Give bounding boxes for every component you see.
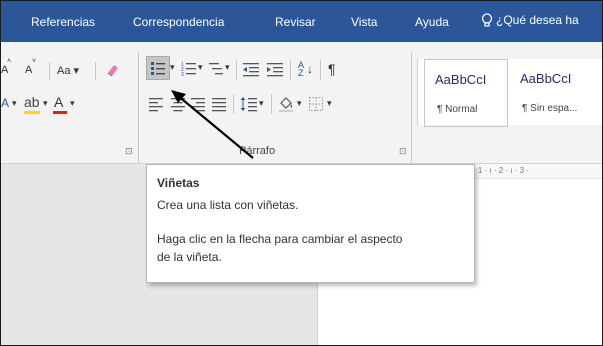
text-effects-button[interactable]: A [1,96,9,110]
home-ribbon: A ˄ A ˅ Aa ▾ ▾ 1 2 3 ▾ ▾ A Z ↓ ¶ A ▾ ab … [1,42,602,164]
bullets-tooltip: Viñetas Crea una lista con viñetas. Haga… [146,164,475,283]
group-divider [138,52,139,163]
increase-indent-icon[interactable] [266,61,284,77]
shrink-caret-icon: ˅ [32,58,37,65]
multilevel-list-icon[interactable] [208,61,224,77]
word-window: Referencias Correspondencia Revisar Vist… [0,0,603,346]
numbering-dropdown-arrow[interactable]: ▾ [198,62,203,73]
paragraph-dialog-launcher-icon[interactable]: ⊡ [399,146,407,157]
style-normal[interactable]: AaBbCcI ¶ Normal [424,59,508,127]
separator [49,62,50,80]
svg-text:3: 3 [181,72,184,77]
borders-dropdown[interactable]: ▾ [327,98,332,109]
separator [236,60,237,80]
style-name: ¶ Normal [437,104,478,115]
font-color-swatch [53,111,67,114]
separator [290,60,291,80]
lightbulb-icon [481,13,493,27]
tell-me-box[interactable]: ¿Qué desea ha [481,13,579,28]
change-case-label: Aa [57,65,71,77]
tab-vista[interactable]: Vista [351,15,377,29]
text-effects-dropdown[interactable]: ▾ [12,98,17,109]
eraser-icon[interactable] [105,62,121,78]
bullets-button[interactable] [146,56,170,80]
tab-correspondencia[interactable]: Correspondencia [133,15,224,29]
tooltip-description: Crea una lista con viñetas. [157,198,299,212]
tab-revisar[interactable]: Revisar [275,15,316,29]
numbered-list-icon[interactable]: 1 2 3 [181,61,197,77]
tooltip-help-line-2: de la viñeta. [157,250,222,264]
style-no-spacing[interactable]: AaBbCcI ¶ Sin espa... [510,59,592,125]
shading-dropdown[interactable]: ▾ [297,98,302,109]
tab-referencias[interactable]: Referencias [31,15,95,29]
font-color-button[interactable]: A [54,94,63,110]
multilevel-dropdown-arrow[interactable]: ▾ [225,62,230,73]
styles-gallery: AaBbCcI ¶ Normal AaBbCcI ¶ Sin espa... [417,59,602,127]
grow-caret-icon: ˄ [7,58,12,65]
sort-arrow-icon: ↓ [307,62,313,76]
style-sample: AaBbCcI [520,71,572,86]
bullets-dropdown-arrow[interactable]: ▾ [170,62,175,73]
grow-font-button[interactable]: A [1,64,8,76]
bullet-list-icon [151,62,165,75]
style-sample: AaBbCcI [435,72,487,87]
font-color-dropdown[interactable]: ▾ [70,98,75,109]
style-name: ¶ Sin espa... [522,103,578,114]
annotation-arrow-icon [171,90,254,159]
tell-me-text: ¿Qué desea ha [496,13,579,27]
separator [95,62,96,80]
borders-icon[interactable] [308,96,324,112]
separator [271,94,272,114]
decrease-indent-icon[interactable] [242,61,260,77]
tooltip-help-line-1: Haga clic en la flecha para cambiar el a… [157,232,403,246]
show-marks-button[interactable]: ¶ [328,61,336,77]
group-divider [411,52,412,163]
tab-ayuda[interactable]: Ayuda [415,15,449,29]
highlight-color-swatch [24,111,40,114]
shrink-font-button[interactable]: A [25,64,32,76]
highlighter-icon[interactable]: ab [24,94,40,110]
separator [320,60,321,80]
change-case-button[interactable]: Aa ▾ [57,64,79,77]
highlight-dropdown[interactable]: ▾ [43,98,48,109]
font-dialog-launcher-icon[interactable]: ⊡ [125,146,133,157]
shading-bucket-icon[interactable] [277,95,295,113]
ribbon-tab-bar: Referencias Correspondencia Revisar Vist… [1,1,602,42]
tooltip-title: Viñetas [157,176,200,190]
